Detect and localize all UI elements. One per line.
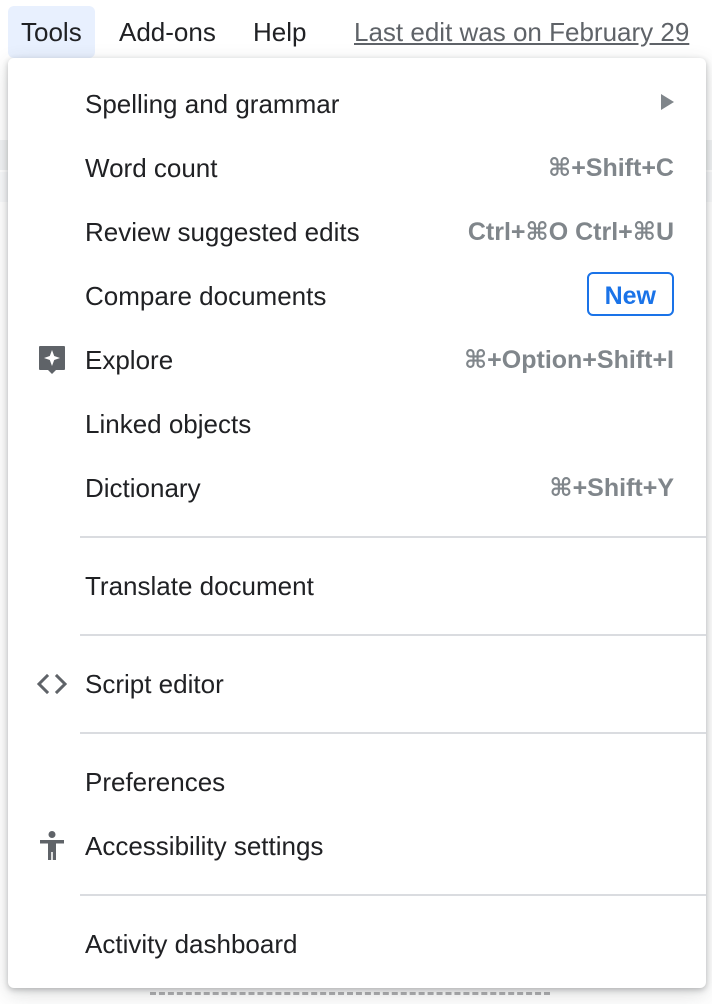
menu-item-script-editor[interactable]: Script editor bbox=[8, 652, 706, 716]
doc-text-fragment bbox=[150, 992, 550, 999]
menu-divider bbox=[80, 732, 706, 734]
menu-item-label: Translate document bbox=[85, 571, 314, 601]
menu-divider bbox=[80, 894, 706, 896]
tools-menu: Spelling and grammar Word count ⌘+Shift+… bbox=[8, 58, 706, 988]
menu-divider bbox=[80, 634, 706, 636]
menu-tools[interactable]: Tools bbox=[8, 6, 95, 58]
menu-item-label: Accessibility settings bbox=[85, 831, 324, 861]
new-badge: New bbox=[586, 272, 674, 316]
menu-item-label: Preferences bbox=[85, 767, 226, 797]
last-edit-link[interactable]: Last edit was on February 29 bbox=[354, 6, 689, 58]
shortcut-text: ⌘+Shift+Y bbox=[549, 474, 674, 502]
menu-item-activity-dashboard[interactable]: Activity dashboard bbox=[8, 912, 706, 976]
menu-divider bbox=[80, 536, 706, 538]
menu-item-label: Word count bbox=[85, 153, 218, 183]
menu-item-label: Script editor bbox=[85, 669, 224, 699]
shortcut-text: Ctrl+⌘O Ctrl+⌘U bbox=[467, 218, 674, 246]
menu-item-dictionary[interactable]: Dictionary ⌘+Shift+Y bbox=[8, 456, 706, 520]
menu-item-explore[interactable]: Explore ⌘+Option+Shift+I bbox=[8, 328, 706, 392]
menu-item-label: Compare documents bbox=[85, 281, 327, 311]
code-brackets-icon bbox=[36, 668, 68, 700]
menu-item-label: Linked objects bbox=[85, 409, 252, 439]
menu-item-compare-documents[interactable]: Compare documents New bbox=[8, 264, 706, 328]
menu-item-label: Activity dashboard bbox=[85, 929, 298, 959]
menu-item-preferences[interactable]: Preferences bbox=[8, 750, 706, 814]
menu-addons[interactable]: Add-ons bbox=[106, 6, 229, 58]
submenu-arrow-icon bbox=[661, 94, 674, 110]
menu-item-accessibility-settings[interactable]: Accessibility settings bbox=[8, 814, 706, 878]
menu-item-review-suggested-edits[interactable]: Review suggested edits Ctrl+⌘O Ctrl+⌘U bbox=[8, 200, 706, 264]
menu-item-word-count[interactable]: Word count ⌘+Shift+C bbox=[8, 136, 706, 200]
menu-help[interactable]: Help bbox=[240, 6, 319, 58]
menu-item-spelling-and-grammar[interactable]: Spelling and grammar bbox=[8, 72, 706, 136]
menu-item-label: Dictionary bbox=[85, 473, 201, 503]
menu-item-linked-objects[interactable]: Linked objects bbox=[8, 392, 706, 456]
shortcut-text: ⌘+Shift+C bbox=[548, 154, 674, 182]
accessibility-person-icon bbox=[36, 830, 68, 862]
shortcut-text: ⌘+Option+Shift+I bbox=[463, 346, 674, 374]
menu-item-label: Explore bbox=[85, 345, 174, 375]
menu-item-translate-document[interactable]: Translate document bbox=[8, 554, 706, 618]
explore-sparkle-icon bbox=[36, 344, 68, 376]
menu-item-label: Spelling and grammar bbox=[85, 89, 340, 119]
menu-item-label: Review suggested edits bbox=[85, 217, 360, 247]
menu-bar: Tools Add-ons Help Last edit was on Febr… bbox=[0, 0, 712, 64]
